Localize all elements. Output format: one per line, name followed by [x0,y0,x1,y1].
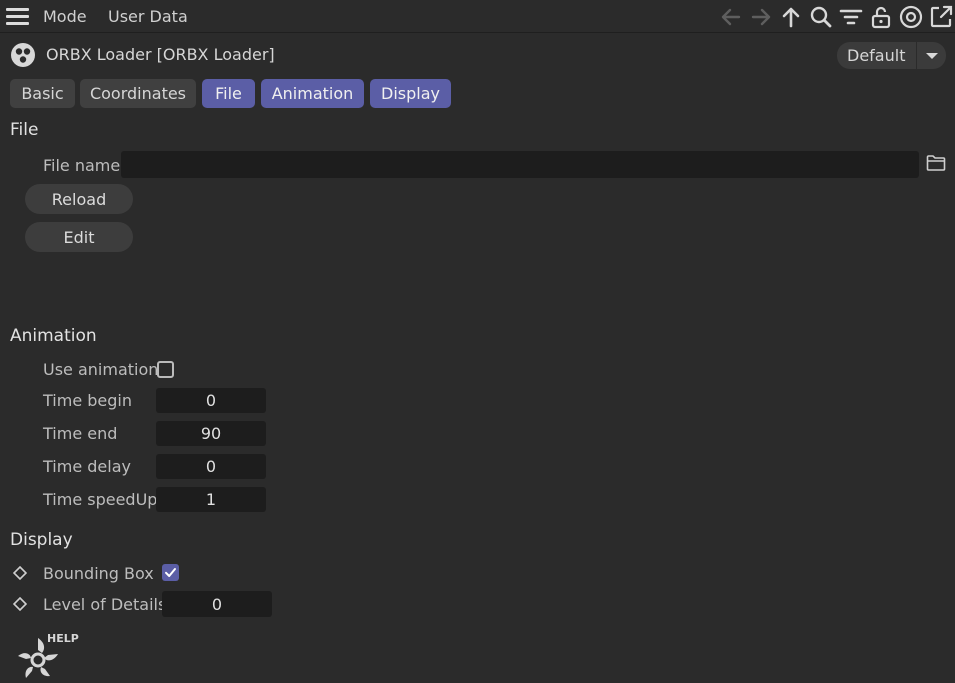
preset-label: Default [847,46,906,65]
new-window-icon[interactable] [928,4,954,30]
chevron-down-icon [925,52,938,59]
time-end-input[interactable]: 90 [156,421,266,446]
preset-dropdown[interactable]: Default [837,42,946,69]
display-section-title: Display [10,530,73,550]
time-speedup-input[interactable]: 1 [156,487,266,512]
menubar: Mode User Data [0,0,955,33]
reload-button[interactable]: Reload [25,184,133,214]
level-of-details-input[interactable]: 0 [162,591,272,617]
tab-display[interactable]: Display [370,79,451,108]
orbx-object-icon [11,43,35,67]
back-arrow-icon[interactable] [718,4,744,30]
folder-icon[interactable] [926,154,946,172]
file-section-title: File [10,120,39,140]
checkmark-icon [165,568,176,577]
bounding-box-checkbox[interactable] [162,564,179,581]
preset-dropdown-button[interactable] [916,42,946,69]
up-arrow-icon[interactable] [778,4,804,30]
forward-arrow-icon[interactable] [748,4,774,30]
file-name-input[interactable] [121,151,919,178]
time-end-label: Time end [43,424,118,443]
filter-icon[interactable] [838,4,864,30]
time-delay-label: Time delay [43,457,131,476]
time-speedup-label: Time speedUp [43,490,158,509]
help-button[interactable]: HELP [14,632,80,682]
time-delay-input[interactable]: 0 [156,454,266,479]
level-of-details-label: Level of Details [43,595,167,614]
bounding-box-label: Bounding Box [43,564,154,583]
object-title: ORBX Loader [ORBX Loader] [46,45,275,64]
tab-basic[interactable]: Basic [10,79,75,108]
time-begin-label: Time begin [43,391,132,410]
help-label: HELP [47,632,79,645]
file-name-label: File name [43,156,121,175]
user-data-menu[interactable]: User Data [108,7,188,26]
mode-menu[interactable]: Mode [43,7,87,26]
menu-icon[interactable] [6,8,29,26]
tab-coordinates[interactable]: Coordinates [80,79,196,108]
tab-animation[interactable]: Animation [261,79,364,108]
keyframe-diamond-icon[interactable] [13,566,27,580]
tab-file[interactable]: File [202,79,255,108]
search-icon[interactable] [808,4,834,30]
keyframe-diamond-icon[interactable] [13,597,27,611]
time-begin-input[interactable]: 0 [156,388,266,413]
lock-icon[interactable] [868,4,894,30]
edit-button[interactable]: Edit [25,222,133,252]
target-icon[interactable] [898,4,924,30]
use-animation-checkbox[interactable] [157,361,174,378]
use-animation-label: Use animation [43,360,159,379]
animation-section-title: Animation [10,326,97,346]
